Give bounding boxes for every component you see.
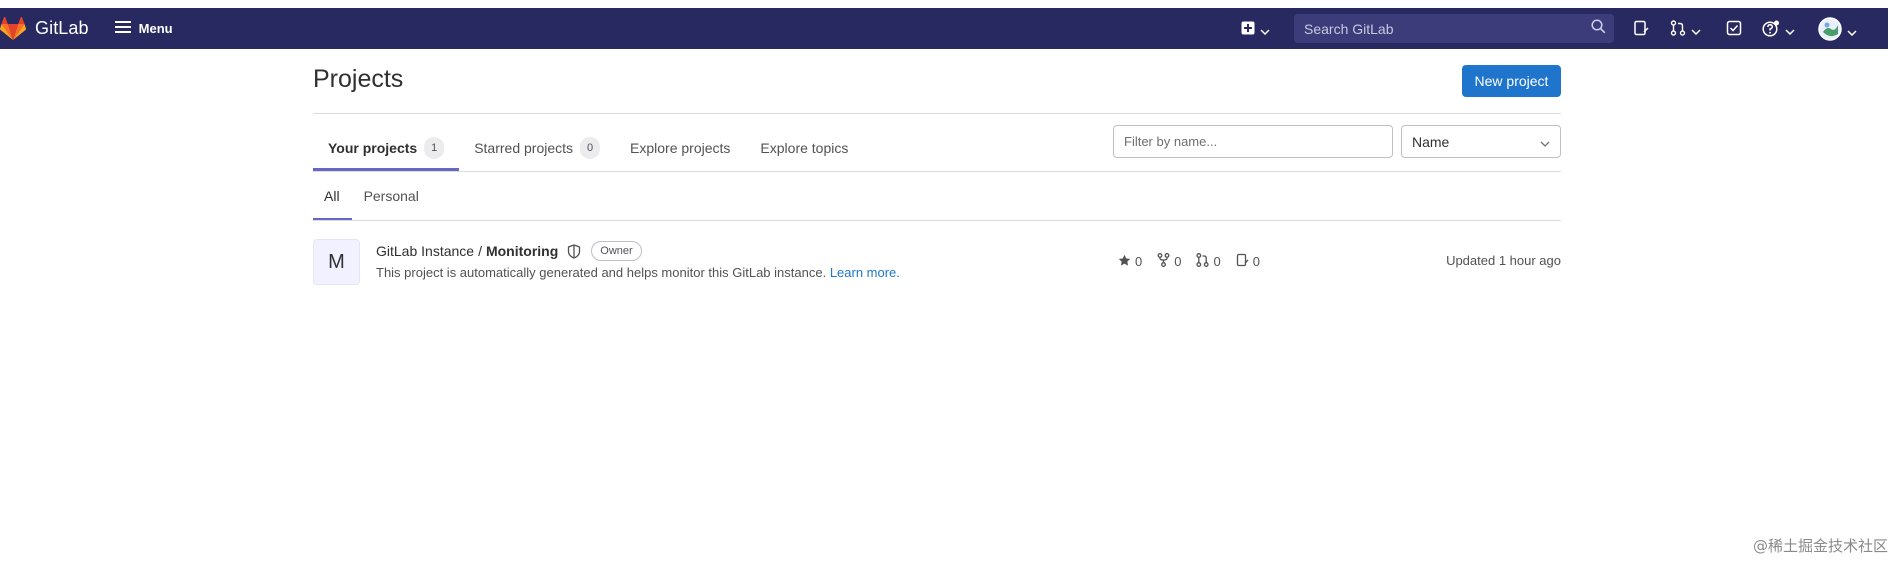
- tab-count-badge: 1: [424, 136, 445, 159]
- tab-label: Explore topics: [760, 139, 849, 156]
- menu-label: Menu: [138, 21, 173, 36]
- new-project-button[interactable]: New project: [1462, 65, 1561, 97]
- project-stats: 0 0 0 0: [1118, 253, 1275, 270]
- top-strip: [0, 0, 1888, 8]
- search-box: [1294, 14, 1614, 43]
- search-icon[interactable]: [1591, 18, 1606, 39]
- project-avatar[interactable]: M: [313, 239, 360, 285]
- merge-requests-value: 0: [1213, 254, 1221, 269]
- user-menu-dropdown[interactable]: [1818, 17, 1857, 46]
- role-badge: Owner: [591, 241, 642, 261]
- tab-starred-projects[interactable]: Starred projects 0: [459, 124, 615, 171]
- todo-check-icon: [1726, 20, 1742, 41]
- todos-shortcut[interactable]: [1726, 20, 1742, 41]
- menu-button[interactable]: Menu: [114, 20, 173, 37]
- issues-shortcut[interactable]: [1633, 20, 1649, 41]
- help-dropdown[interactable]: [1762, 20, 1795, 42]
- sort-dropdown[interactable]: Name: [1401, 125, 1561, 158]
- tab-label: Explore projects: [630, 139, 731, 156]
- stars-count[interactable]: 0: [1118, 254, 1142, 270]
- project-namespace-link[interactable]: GitLab Instance: [376, 243, 474, 259]
- divider: [313, 171, 1561, 172]
- tab-explore-topics[interactable]: Explore topics: [745, 124, 863, 171]
- merge-request-icon: [1670, 20, 1686, 41]
- chevron-down-icon: [1260, 22, 1270, 40]
- tab-count-badge: 0: [580, 136, 601, 159]
- chevron-down-icon: [1691, 22, 1701, 40]
- tab-label: Starred projects: [474, 139, 574, 156]
- gitlab-logo-icon: [0, 16, 26, 41]
- merge-requests-dropdown[interactable]: [1670, 20, 1701, 41]
- sort-value: Name: [1412, 133, 1450, 150]
- merge-requests-count[interactable]: 0: [1196, 253, 1221, 270]
- top-navbar: GitLab Menu: [0, 8, 1888, 49]
- tab-label: Your projects: [328, 139, 418, 156]
- divider: [313, 113, 1561, 114]
- chevron-down-icon: [1847, 23, 1857, 41]
- stars-value: 0: [1135, 254, 1143, 269]
- tab-your-projects[interactable]: Your projects 1: [313, 124, 460, 171]
- merge-request-icon: [1196, 253, 1213, 270]
- updated-timestamp: Updated 1 hour ago: [1446, 253, 1561, 268]
- project-name-link[interactable]: Monitoring: [486, 243, 558, 259]
- watermark: @稀土掘金技术社区: [1752, 537, 1888, 555]
- project-tabs: Your projects 1 Starred projects 0 Explo…: [313, 124, 863, 171]
- gitlab-home-link[interactable]: GitLab: [0, 8, 89, 49]
- project-description: This project is automatically generated …: [376, 265, 900, 280]
- forks-value: 0: [1174, 254, 1182, 269]
- filter-by-name-input[interactable]: [1113, 125, 1393, 158]
- plus-square-icon: [1241, 21, 1255, 40]
- chevron-down-icon: [1785, 22, 1795, 40]
- learn-more-link[interactable]: Learn more.: [830, 265, 900, 280]
- avatar: [1818, 17, 1842, 46]
- description-text: This project is automatically generated …: [376, 265, 827, 280]
- brand-name: GitLab: [35, 18, 89, 38]
- chevron-down-icon: [1540, 134, 1550, 150]
- project-title: GitLab Instance / Monitoring Owner: [376, 241, 642, 261]
- subtab-all[interactable]: All: [313, 172, 352, 220]
- search-input[interactable]: [1302, 19, 1591, 38]
- subtab-personal[interactable]: Personal: [352, 172, 431, 220]
- hamburger-icon: [114, 20, 139, 37]
- divider: [313, 220, 1561, 221]
- star-icon: [1118, 254, 1135, 270]
- create-new-dropdown[interactable]: [1241, 21, 1270, 40]
- shield-icon: [567, 243, 581, 259]
- project-list-item: M GitLab Instance / Monitoring Owner Thi…: [313, 239, 1561, 287]
- page-title: Projects: [313, 65, 404, 93]
- forks-count[interactable]: 0: [1157, 253, 1181, 270]
- fork-icon: [1157, 253, 1174, 270]
- question-circle-icon: [1762, 20, 1780, 42]
- issues-value: 0: [1252, 254, 1260, 269]
- issues-icon: [1633, 20, 1649, 41]
- issues-count[interactable]: 0: [1236, 253, 1260, 270]
- project-subtabs: All Personal: [313, 172, 431, 220]
- tab-explore-projects[interactable]: Explore projects: [615, 124, 745, 171]
- path-separator: /: [478, 243, 482, 259]
- issues-icon: [1236, 253, 1253, 270]
